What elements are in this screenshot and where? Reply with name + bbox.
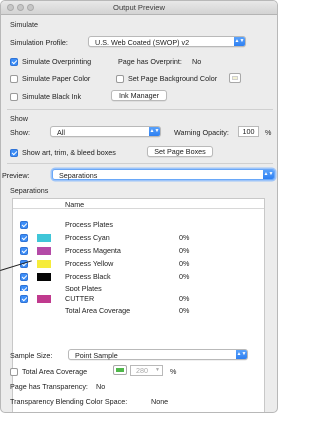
set-page-background-color-checkbox[interactable] — [116, 75, 124, 83]
separation-name: Process Yellow — [65, 259, 114, 268]
separation-name: CUTTER — [65, 294, 95, 303]
separation-row[interactable]: Process Magenta 0% — [13, 246, 264, 255]
show-boxes-label: Show art, trim, & bleed boxes — [22, 148, 116, 157]
chevron-updown-icon: ▲▼ — [263, 170, 274, 179]
page-background-color-well[interactable] — [229, 73, 241, 83]
chevron-updown-icon: ▲▼ — [236, 350, 247, 359]
output-preview-window: Output Preview Simulate Simulation Profi… — [0, 0, 278, 413]
separation-visible-checkbox[interactable] — [20, 247, 28, 255]
simulate-black-ink-checkbox[interactable] — [10, 93, 18, 101]
simulate-overprinting-label: Simulate Overprinting — [22, 57, 92, 66]
separation-color-swatch — [37, 295, 51, 303]
separation-row[interactable]: Total Area Coverage 0% — [13, 306, 264, 315]
divider — [7, 109, 273, 110]
separation-visible-checkbox[interactable] — [20, 221, 28, 229]
preview-select[interactable]: Separations ▲▼ — [52, 169, 275, 180]
separation-color-swatch — [37, 234, 51, 242]
separation-row[interactable]: CUTTER 0% — [13, 294, 264, 303]
coverage-color-swatch — [116, 368, 124, 372]
warning-opacity-unit: % — [265, 128, 272, 137]
separation-percent: 0% — [179, 294, 190, 303]
total-area-coverage-checkbox[interactable] — [10, 368, 18, 376]
separation-color-swatch — [37, 260, 51, 268]
separation-row[interactable]: Process Black 0% — [13, 272, 264, 281]
show-select[interactable]: All ▲▼ — [50, 126, 161, 137]
separation-row[interactable]: Process Cyan 0% — [13, 233, 264, 242]
simulation-profile-label: Simulation Profile: — [10, 38, 68, 47]
blending-color-space-value: None — [151, 397, 169, 406]
coverage-percent-field: 280 ▼ — [130, 365, 163, 376]
divider — [7, 163, 273, 164]
window-title: Output Preview — [113, 3, 165, 12]
simulate-section-label: Simulate — [10, 20, 38, 29]
separation-name: Process Black — [65, 272, 111, 281]
separation-name: Total Area Coverage — [65, 306, 131, 315]
coverage-percent-value: 280 — [136, 366, 148, 375]
separation-row[interactable]: Process Plates — [13, 220, 264, 229]
separation-percent: 0% — [179, 259, 190, 268]
show-section-label: Show — [10, 114, 28, 123]
separation-percent: 0% — [179, 272, 190, 281]
coverage-percent-unit: % — [170, 367, 177, 376]
set-page-background-color-label: Set Page Background Color — [128, 74, 218, 83]
simulate-paper-color-checkbox[interactable] — [10, 75, 18, 83]
simulate-overprinting-checkbox[interactable] — [10, 58, 18, 66]
sample-size-value: Point Sample — [75, 351, 118, 360]
separation-percent: 0% — [179, 246, 190, 255]
simulate-paper-color-label: Simulate Paper Color — [22, 74, 91, 83]
warning-opacity-field[interactable]: 100 — [238, 126, 259, 137]
separation-name: Spot Plates — [65, 285, 102, 291]
show-value: All — [57, 128, 65, 137]
simulation-profile-select[interactable]: U.S. Web Coated (SWOP) v2 ▲▼ — [88, 36, 246, 47]
column-header-name[interactable]: Name — [65, 200, 84, 209]
chevron-updown-icon: ▲▼ — [149, 127, 160, 136]
separation-name: Process Magenta — [65, 246, 121, 255]
separation-name: Process Cyan — [65, 233, 110, 242]
separation-percent: 0% — [179, 306, 190, 315]
separations-list-header: Name — [13, 199, 264, 209]
blending-color-space-label: Transparency Blending Color Space: — [10, 397, 128, 406]
sample-size-select[interactable]: Point Sample ▲▼ — [68, 349, 248, 360]
total-area-coverage-label: Total Area Coverage — [22, 367, 88, 376]
separations-list[interactable]: Name Process Plates Process Cyan 0% Process… — [12, 198, 265, 412]
separations-section-label: Separations — [10, 186, 49, 195]
simulation-profile-value: U.S. Web Coated (SWOP) v2 — [95, 38, 190, 47]
ink-manager-button[interactable]: Ink Manager — [111, 90, 167, 101]
preview-label: Preview: — [2, 171, 30, 180]
chevron-down-icon: ▼ — [155, 367, 160, 373]
separation-visible-checkbox[interactable] — [20, 285, 28, 291]
separation-color-swatch — [37, 273, 51, 281]
separation-visible-checkbox[interactable] — [20, 295, 28, 303]
separation-visible-checkbox[interactable] — [20, 273, 28, 281]
separation-row[interactable]: Process Yellow 0% — [13, 259, 264, 268]
separation-name: Process Plates — [65, 220, 113, 229]
title-bar: Output Preview — [1, 1, 277, 15]
coverage-color-well[interactable] — [113, 365, 127, 375]
separation-visible-checkbox[interactable] — [20, 234, 28, 242]
sample-size-label: Sample Size: — [10, 351, 53, 360]
chevron-updown-icon: ▲▼ — [234, 37, 245, 46]
set-page-boxes-button[interactable]: Set Page Boxes — [147, 146, 213, 157]
page-has-transparency-value: No — [96, 382, 106, 391]
separation-row[interactable]: Spot Plates — [13, 285, 264, 291]
simulate-black-ink-label: Simulate Black Ink — [22, 92, 82, 101]
page-has-overprint-value: No — [192, 57, 202, 66]
separation-color-swatch — [37, 247, 51, 255]
warning-opacity-label: Warning Opacity: — [174, 128, 229, 137]
show-label: Show: — [10, 128, 30, 137]
page-has-transparency-label: Page has Transparency: — [10, 382, 88, 391]
preview-value: Separations — [59, 171, 98, 180]
separation-percent: 0% — [179, 233, 190, 242]
page-has-overprint-label: Page has Overprint: — [118, 57, 182, 66]
show-boxes-checkbox[interactable] — [10, 149, 18, 157]
